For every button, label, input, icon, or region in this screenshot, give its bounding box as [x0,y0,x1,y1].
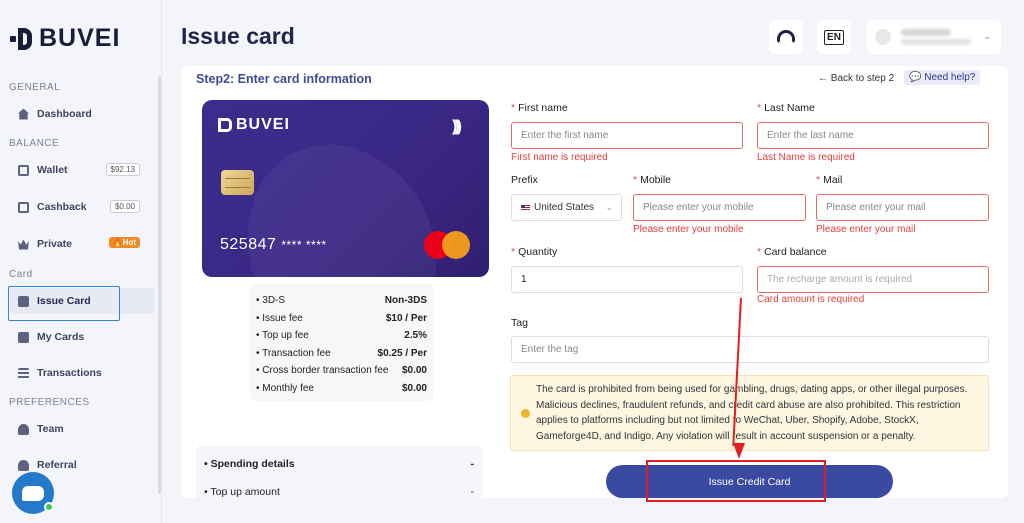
mastercard-icon [424,231,472,259]
fee-row: • Top up fee 2.5% [256,330,427,342]
avatar [875,29,891,45]
online-status-dot [44,502,54,512]
card-balance-error: Card amount is required [757,294,865,305]
house-icon [18,108,29,120]
language-label: EN [824,29,844,45]
headset-icon [777,30,795,44]
section-balance: BALANCE [9,138,60,149]
usage-notice: The card is prohibited from being used f… [510,375,989,451]
spending-details[interactable]: • Spending details - • Top up amount - [196,446,482,498]
card-balance-label: * Card balance [757,246,827,258]
mobile-error: Please enter your mobile [633,224,744,235]
chat-help-icon: 💬 [909,72,922,83]
redacted-email [901,39,971,45]
warning-dot-icon [521,409,530,418]
chat-support-button[interactable] [12,472,54,514]
annotation-highlight-box [646,460,826,502]
card-logo-icon [218,118,232,132]
redacted-username [901,29,951,36]
first-name-label: * First name [511,102,568,114]
prefix-label: Prefix [511,174,538,186]
spending-details-title: • Spending details - [204,458,474,470]
mobile-label: * Mobile [633,174,672,186]
wallet-balance-badge: $92.13 [105,163,140,176]
section-preferences: PREFERENCES [9,397,90,408]
tag-input[interactable]: Enter the tag [511,336,989,363]
wallet-icon [18,164,29,176]
fee-list: • 3D-S Non-3DS • Issue fee $10 / Per • Top… [250,284,433,401]
referral-icon [18,459,29,471]
contactless-icon: ))) [452,118,462,135]
support-button[interactable] [769,20,803,54]
user-menu[interactable]: ⌄ [867,20,1001,54]
first-name-error: First name is required [511,152,608,163]
card-balance-input[interactable]: The recharge amount is required [757,266,989,293]
list-icon [18,367,29,379]
sidebar: BUVEI GENERAL Dashboard BALANCE Wallet $… [0,0,162,523]
language-button[interactable]: EN [817,20,851,54]
team-icon [18,423,29,435]
last-name-label: * Last Name [757,102,815,114]
last-name-input[interactable]: Enter the last name [757,122,989,149]
crown-icon [18,239,29,250]
page-title: Issue card [181,23,295,49]
quantity-label: * Quantity [511,246,558,258]
last-name-error: Last Name is required [757,152,855,163]
fee-row: • Issue fee $10 / Per [256,312,427,324]
fee-row: • 3D-S Non-3DS [256,295,427,307]
fee-row: • Monthly fee $0.00 [256,382,427,394]
cards-icon [18,331,29,343]
annotation-arrowhead [733,443,745,459]
chevron-down-icon: ⌄ [605,202,613,212]
mail-label: * Mail [816,174,843,186]
sidebar-item-dashboard[interactable]: Dashboard [10,101,155,127]
need-help-button[interactable]: 💬 Need help? [904,70,981,85]
sidebar-item-wallet[interactable]: Wallet $92.13 [10,157,155,183]
first-name-input[interactable]: Enter the first name [511,122,743,149]
chip-icon [221,170,254,195]
section-card: Card [9,269,33,280]
fee-row: • Cross border transaction fee $0.00 [256,365,427,377]
card-preview: BUVEI ))) 525847 **** **** [202,100,489,277]
sidebar-item-my-cards[interactable]: My Cards [10,324,155,350]
spending-row: • Top up amount - [204,486,474,498]
card-brand-logo: BUVEI [218,116,290,134]
main-panel: Step2: Enter card information ← Back to … [182,66,1008,498]
sidebar-item-transactions[interactable]: Transactions [10,360,155,386]
tag-label: Tag [511,317,528,329]
chat-icon [22,485,44,501]
mail-error: Please enter your mail [816,224,916,235]
section-general: GENERAL [9,82,61,93]
card-number: 525847 **** **** [220,236,327,253]
logo-icon [10,27,34,51]
prefix-select[interactable]: United States ⌄ [511,194,622,221]
sidebar-item-team[interactable]: Team [10,416,155,442]
active-item-outline [8,286,120,321]
cashback-balance-badge: $0.00 [109,200,140,213]
sidebar-scrollbar[interactable] [158,76,161,494]
step-title: Step2: Enter card information [196,72,372,86]
brand-logo[interactable]: BUVEI [10,24,120,53]
fee-row: • Transaction fee $0.25 / Per [256,347,427,359]
mobile-input[interactable]: Please enter your mobile [633,194,806,221]
us-flag-icon [521,204,530,211]
hot-badge: 🔥Hot [108,237,140,248]
chevron-down-icon: ⌄ [983,31,991,41]
sidebar-item-private[interactable]: Private 🔥Hot [10,231,155,257]
mail-input[interactable]: Please enter your mail [816,194,989,221]
back-to-step-link[interactable]: ← Back to step 2 [818,73,894,84]
sidebar-item-cashback[interactable]: Cashback $0.00 [10,194,155,220]
quantity-input[interactable]: 1 [511,266,743,293]
cashback-icon [18,201,29,213]
